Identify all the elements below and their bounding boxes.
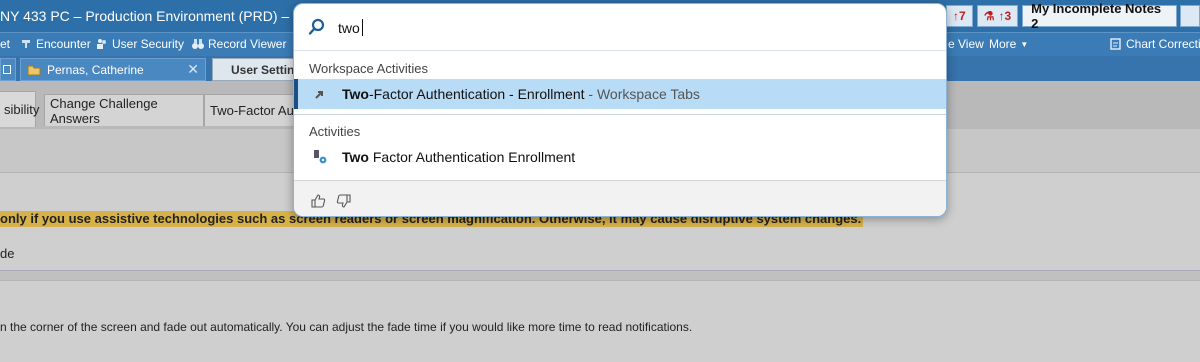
patient-tab[interactable]: Pernas, Catherine ✕ [20,58,206,81]
search-popup: Workspace Activities Two-Factor Authenti… [293,3,947,217]
search-bar [294,4,946,51]
chart-correction-icon [1110,38,1121,50]
alert-badge-b[interactable]: ⚗ ↑ 3 [976,5,1019,27]
result-text: Two-Factor Authentication - Enrollment -… [342,86,700,102]
chevron-down-icon: ▼ [1020,39,1029,49]
home-tab[interactable] [0,58,16,81]
text-caret [362,19,363,36]
toolbar-item[interactable]: et [0,37,10,51]
record-viewer-button[interactable]: Record Viewer [192,37,286,51]
search-input[interactable] [338,16,918,40]
tab-two-factor[interactable]: Two-Factor Aut [204,94,304,126]
folder-icon [27,65,41,75]
binoculars-icon [192,39,204,49]
thumbs-up-icon[interactable] [310,193,326,209]
close-icon[interactable]: ✕ [187,61,199,78]
more-menu[interactable]: More ▼ [989,37,1028,51]
section-heading-workspace-activities: Workspace Activities [309,61,428,76]
user-security-button[interactable]: User Security [96,37,184,51]
tab-accessibility[interactable]: sibility [0,91,39,127]
users-icon [97,39,106,49]
activity-gear-icon [310,148,330,166]
alerts-group: ↑ 7 ⚗ ↑ 3 My Incomplete Notes 2 [946,1,1200,31]
notification-description: n the corner of the screen and fade out … [0,320,693,334]
arrow-icon [310,85,330,103]
result-two-factor-workspace-tab[interactable]: Two-Factor Authentication - Enrollment -… [294,79,946,109]
tab-change-challenge-answers[interactable]: Change Challenge Answers [44,94,204,126]
feedback-footer [294,180,946,216]
encounter-icon [22,40,30,48]
notes-flag[interactable] [1180,5,1200,27]
section-divider [294,114,946,115]
view-button[interactable]: e View [948,37,984,51]
result-text: Two Factor Authentication Enrollment [342,149,576,165]
result-two-factor-activity[interactable]: Two Factor Authentication Enrollment [294,142,946,172]
flask-icon: ⚗ [983,9,995,23]
thumbs-down-icon[interactable] [336,193,352,209]
home-icon [3,65,11,74]
my-incomplete-notes-button[interactable]: My Incomplete Notes 2 [1022,1,1178,31]
search-icon [308,18,325,35]
alert-badge-a[interactable]: ↑ 7 [946,5,973,27]
mode-label: de [0,246,15,261]
section-divider [0,270,1200,281]
section-heading-activities: Activities [309,124,361,139]
encounter-button[interactable]: Encounter [20,37,91,51]
chart-correction-button[interactable]: Chart Correctio [1110,37,1200,51]
